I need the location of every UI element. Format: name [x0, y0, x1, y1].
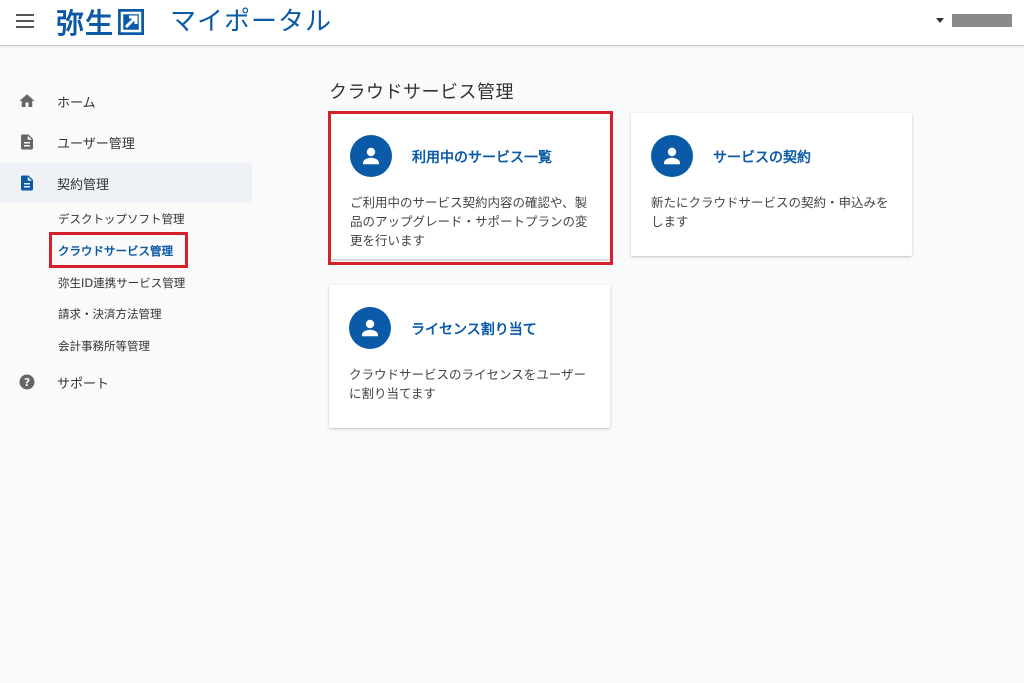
person-icon — [651, 135, 693, 177]
sidebar-item-label: ホーム — [57, 95, 96, 111]
person-icon — [350, 135, 392, 177]
svg-text:?: ? — [24, 377, 30, 389]
card-license-assignment[interactable]: ライセンス割り当て クラウドサービスのライセンスをユーザーに割り当てます — [329, 285, 610, 428]
sidebar-subitem-accounting-office[interactable]: 会計事務所等管理 — [58, 338, 150, 354]
sidebar-item-label: ユーザー管理 — [57, 136, 135, 152]
hamburger-menu-icon[interactable] — [16, 14, 34, 30]
card-description: ご利用中のサービス契約内容の確認や、製品のアップグレード・サポートプランの変更を… — [350, 195, 588, 248]
card-service-contract[interactable]: サービスの契約 新たにクラウドサービスの契約・申込みをします — [631, 113, 912, 256]
sidebar-subitem-cloud-services[interactable]: クラウドサービス管理 — [58, 243, 173, 259]
sidebar-item-home[interactable]: ホーム — [0, 81, 252, 121]
help-icon: ? — [18, 373, 36, 391]
sidebar-item-user-management[interactable]: ユーザー管理 — [0, 122, 252, 162]
sidebar-item-label: 契約管理 — [57, 177, 110, 193]
app-header: 弥生 マイポータル — [0, 0, 1024, 46]
sidebar-subitem-billing[interactable]: 請求・決済方法管理 — [58, 306, 162, 322]
user-name-redacted — [952, 14, 1012, 27]
document-icon — [18, 174, 36, 192]
sidebar-item-label: サポート — [57, 376, 110, 392]
document-icon — [18, 133, 36, 151]
card-title: 利用中のサービス一覧 — [412, 150, 552, 166]
portal-title: マイポータル — [170, 7, 333, 37]
page-title: クラウドサービス管理 — [329, 82, 514, 103]
person-icon — [349, 307, 391, 349]
home-icon — [18, 92, 36, 110]
caret-down-icon — [936, 18, 944, 23]
card-description: クラウドサービスのライセンスをユーザーに割り当てます — [349, 367, 587, 401]
sidebar-item-contract-management[interactable]: 契約管理 — [0, 163, 252, 203]
sidebar-subitem-yayoi-id[interactable]: 弥生ID連携サービス管理 — [58, 275, 185, 291]
yayoi-logo[interactable]: 弥生 — [56, 5, 145, 40]
logo-text: 弥生 — [56, 7, 115, 40]
logo-arrow-icon — [118, 9, 145, 35]
card-description: 新たにクラウドサービスの契約・申込みをします — [651, 195, 889, 229]
card-title: サービスの契約 — [713, 150, 811, 166]
sidebar: ホーム ユーザー管理 契約管理 デスクトップソフト管理 クラウドサービス管理 弥… — [0, 46, 252, 683]
user-menu[interactable] — [936, 14, 1012, 27]
sidebar-subitem-desktop-software[interactable]: デスクトップソフト管理 — [58, 211, 185, 227]
card-title: ライセンス割り当て — [411, 322, 537, 338]
card-service-list[interactable]: 利用中のサービス一覧 ご利用中のサービス契約内容の確認や、製品のアップグレード・… — [330, 113, 610, 259]
sidebar-item-support[interactable]: ? サポート — [0, 362, 252, 402]
